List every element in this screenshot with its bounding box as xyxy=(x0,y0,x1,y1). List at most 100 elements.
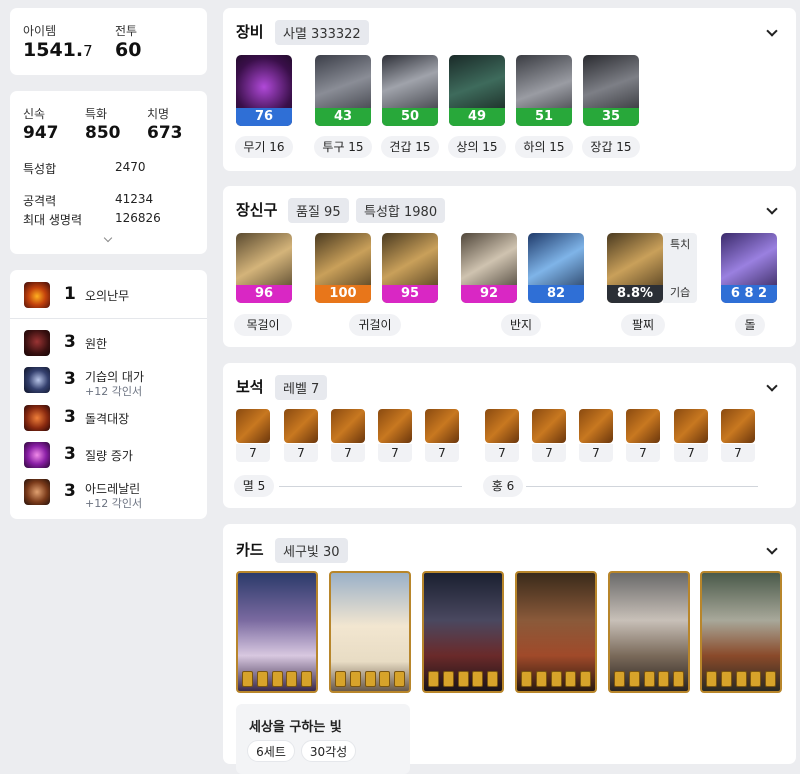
gem-icon xyxy=(579,409,613,443)
gem-icon xyxy=(485,409,519,443)
gem-level: 7 xyxy=(425,444,459,462)
gem-icon xyxy=(626,409,660,443)
card-tile[interactable] xyxy=(422,571,504,693)
awaken-gem-icon xyxy=(349,671,361,687)
gem-level: 7 xyxy=(331,444,365,462)
gem-slot[interactable]: 7 xyxy=(425,409,459,462)
engraving-level: 3 xyxy=(64,444,76,464)
accessory-tile[interactable]: 6 8 2 xyxy=(721,233,777,303)
expand-stats-chevron-icon[interactable] xyxy=(103,233,113,243)
awaken-gem-icon xyxy=(614,671,625,687)
gem-slot[interactable]: 7 xyxy=(532,409,566,462)
swift-value: 947 xyxy=(23,123,59,143)
attack-value: 41234 xyxy=(115,192,154,206)
total-stat-label: 특성합 xyxy=(23,162,57,176)
awaken-gem-icon xyxy=(735,671,747,687)
card-set-panel: 세상을 구하는 빛 6세트 30각성 xyxy=(236,704,410,774)
card-awaken-gems xyxy=(521,671,591,687)
card-awaken-gems xyxy=(335,671,405,687)
card-awaken-gems xyxy=(242,671,312,687)
gem-level: 7 xyxy=(721,444,755,462)
accessory-tile[interactable]: 92 xyxy=(461,233,517,303)
gem-icon xyxy=(532,409,566,443)
accessory-tile[interactable]: 100 xyxy=(315,233,371,303)
engraving-book-count: +12 각인서 xyxy=(85,497,143,510)
gem-slot[interactable]: 7 xyxy=(721,409,755,462)
card-set-name: 세상을 구하는 빛 xyxy=(249,720,342,735)
equipment-quality-bar: 51 xyxy=(516,108,572,126)
necklace-caption: 목걸이 xyxy=(234,314,292,336)
gem-level: 7 xyxy=(532,444,566,462)
awaken-gem-icon xyxy=(335,671,346,687)
accessory-tile[interactable]: 8.8% xyxy=(607,233,663,303)
collapse-gems-chevron-icon[interactable] xyxy=(766,380,778,392)
gem-slot[interactable]: 7 xyxy=(284,409,318,462)
equipment-title: 장비 xyxy=(236,23,264,41)
gem-slot[interactable]: 7 xyxy=(236,409,270,462)
collapse-equipment-chevron-icon[interactable] xyxy=(766,25,778,37)
equipment-slot-label: 투구 15 xyxy=(314,136,372,158)
gem-icon xyxy=(425,409,459,443)
equipment-slot-tile[interactable]: 43 xyxy=(315,55,371,126)
gem-slot[interactable]: 7 xyxy=(378,409,412,462)
awaken-gem-icon xyxy=(535,671,547,687)
charge-icon xyxy=(24,405,50,431)
engraving-row[interactable]: 3 기습의 대가 +12 각인서 xyxy=(24,367,204,398)
moon-icon xyxy=(24,367,50,393)
card-awaken-gems xyxy=(428,671,498,687)
card-set-badge: 세구빛 30 xyxy=(275,538,348,563)
earring-caption: 귀걸이 xyxy=(349,314,401,336)
equipment-slot-tile[interactable]: 76 xyxy=(236,55,292,126)
accessory-tile[interactable]: 95 xyxy=(382,233,438,303)
gem-icon xyxy=(284,409,318,443)
card-awaken-gems xyxy=(614,671,684,687)
equipment-slot-label: 장갑 15 xyxy=(582,136,640,158)
card-set-awaken: 30각성 xyxy=(301,740,356,762)
awaken-gem-icon xyxy=(242,671,253,687)
skull-icon xyxy=(24,330,50,356)
equipment-slot-tile[interactable]: 51 xyxy=(516,55,572,126)
crimson-gem-group-label: 홍 6 xyxy=(483,475,523,497)
gem-icon xyxy=(331,409,365,443)
card-tile[interactable] xyxy=(236,571,318,693)
gem-level: 7 xyxy=(579,444,613,462)
attack-label: 공격력 xyxy=(23,194,57,208)
engraving-row[interactable]: 3 돌격대장 xyxy=(24,405,204,435)
equipment-slot-tile[interactable]: 50 xyxy=(382,55,438,126)
equipment-slot-tile[interactable]: 49 xyxy=(449,55,505,126)
card-tile[interactable] xyxy=(608,571,690,693)
collapse-cards-chevron-icon[interactable] xyxy=(766,543,778,555)
card-tile[interactable] xyxy=(700,571,782,693)
gem-slot[interactable]: 7 xyxy=(579,409,613,462)
collapse-accessories-chevron-icon[interactable] xyxy=(766,203,778,215)
item-level-card: 아이템 1541.7 전투 60 xyxy=(10,8,207,75)
accessory-tile[interactable]: 82 xyxy=(528,233,584,303)
equipment-slot-tile[interactable]: 35 xyxy=(583,55,639,126)
equipment-quality-bar: 50 xyxy=(382,108,438,126)
spec-label: 특화 xyxy=(85,107,108,121)
gem-slot[interactable]: 7 xyxy=(485,409,519,462)
accessory-tile[interactable]: 96 xyxy=(236,233,292,303)
card-tile[interactable] xyxy=(515,571,597,693)
engraving-row[interactable]: 3 원한 xyxy=(24,330,204,360)
engraving-row[interactable]: 3 질량 증가 xyxy=(24,442,204,472)
awaken-gem-icon xyxy=(487,671,498,687)
engraving-divider xyxy=(10,318,207,319)
swift-label: 신속 xyxy=(23,107,46,121)
gem-slot[interactable]: 7 xyxy=(626,409,660,462)
gem-slot[interactable]: 7 xyxy=(331,409,365,462)
item-level-value: 1541.7 xyxy=(23,39,93,61)
engraving-row[interactable]: 3 아드레날린 +12 각인서 xyxy=(24,479,204,510)
awaken-gem-icon xyxy=(379,671,391,687)
card-tile[interactable] xyxy=(329,571,411,693)
accessory-quality-bar: 100 xyxy=(315,285,371,303)
equipment-quality-bar: 49 xyxy=(449,108,505,126)
awaken-gem-icon xyxy=(428,671,439,687)
max-hp-value: 126826 xyxy=(115,211,161,225)
engraving-row[interactable]: 1 오의난무 xyxy=(24,282,204,312)
gem-slot[interactable]: 7 xyxy=(674,409,708,462)
awaken-gem-icon xyxy=(720,671,732,687)
engraving-level: 3 xyxy=(64,369,76,389)
accessory-quality-bar: 6 8 2 xyxy=(721,285,777,303)
gem-level-badge: 레벨 7 xyxy=(275,375,328,400)
